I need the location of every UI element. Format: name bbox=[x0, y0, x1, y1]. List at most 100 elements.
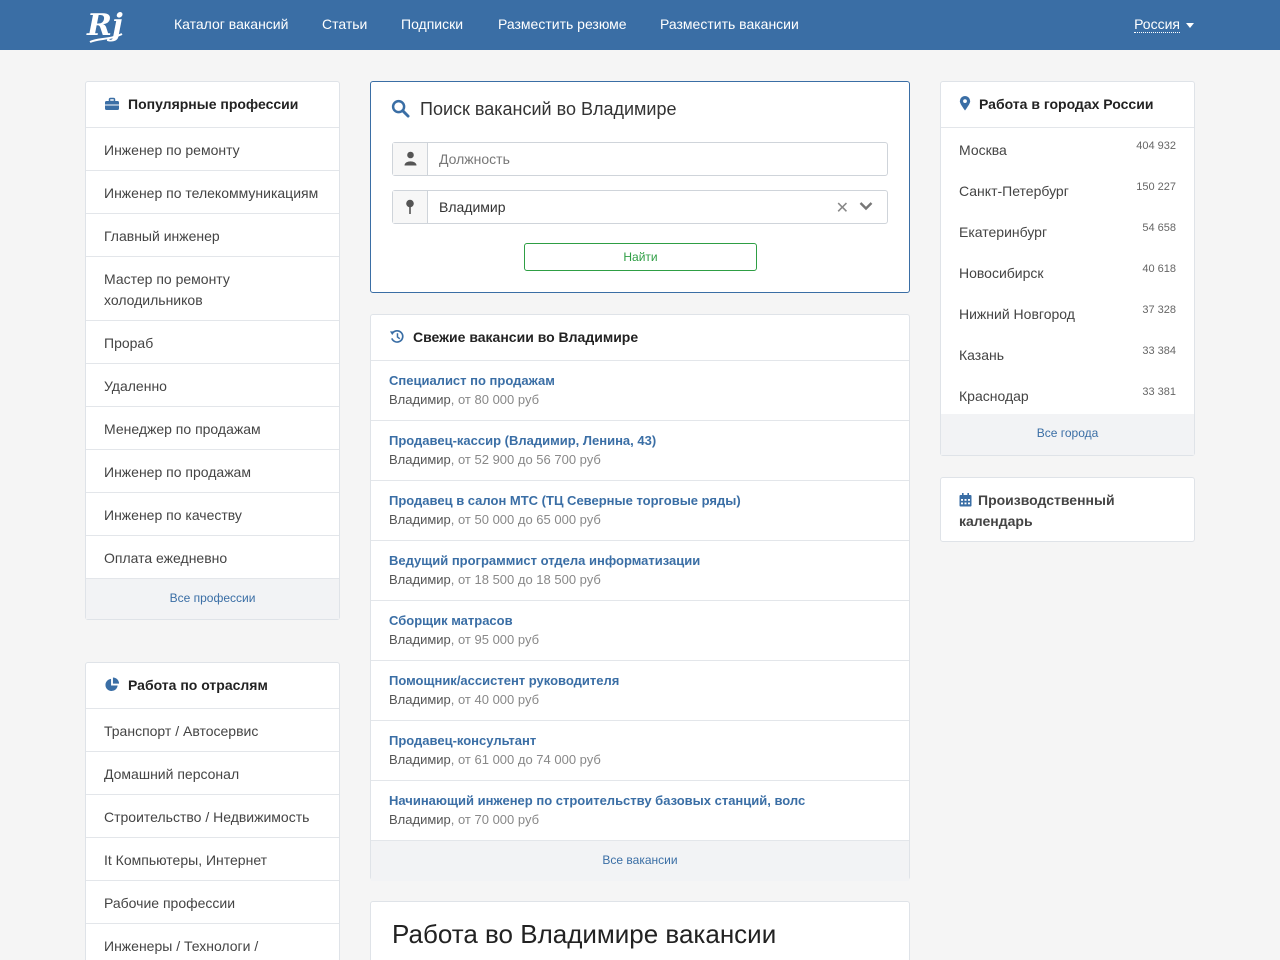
vacancy-item[interactable]: Продавец в салон МТС (ТЦ Северные торгов… bbox=[371, 481, 909, 541]
city-item[interactable]: Краснодар 33 381 bbox=[941, 376, 1194, 417]
profession-item[interactable]: Мастер по ремонту холодильников bbox=[86, 257, 339, 321]
vacancy-item[interactable]: Ведущий программист отдела информатизаци… bbox=[371, 541, 909, 601]
fresh-vacancies-header: Свежие вакансии во Владимире bbox=[371, 315, 909, 361]
industry-item[interactable]: Рабочие профессии bbox=[86, 881, 339, 924]
vacancy-search-card: Поиск вакансий во Владимире Владимир ✕ Н… bbox=[370, 81, 910, 293]
vacancy-salary: , от 80 000 руб bbox=[450, 392, 540, 407]
vacancy-title-link[interactable]: Сборщик матрасов bbox=[389, 611, 891, 630]
vacancy-city: Владимир bbox=[389, 452, 451, 467]
city-item[interactable]: Москва 404 932 bbox=[941, 130, 1194, 171]
vacancy-salary: , от 40 000 руб bbox=[450, 692, 540, 707]
clear-icon[interactable]: ✕ bbox=[836, 198, 849, 218]
all-vacancies-link[interactable]: Все вакансии bbox=[371, 841, 909, 881]
industries-title: Работа по отраслям bbox=[128, 677, 268, 693]
nav-subscriptions-link[interactable]: Подписки bbox=[401, 16, 463, 32]
popular-professions-card: Популярные профессии Инженер по ремонту … bbox=[85, 81, 340, 620]
industry-item[interactable]: It Компьютеры, Интернет bbox=[86, 838, 339, 881]
city-select-value: Владимир bbox=[439, 199, 506, 215]
profession-item[interactable]: Главный инженер bbox=[86, 214, 339, 257]
popular-professions-title: Популярные профессии bbox=[128, 96, 299, 112]
vacancy-title-link[interactable]: Продавец-кассир (Владимир, Ленина, 43) bbox=[389, 431, 891, 450]
profession-item[interactable]: Инженер по телекоммуникациям bbox=[86, 171, 339, 214]
city-addon bbox=[393, 191, 428, 223]
briefcase-icon bbox=[105, 97, 119, 110]
vacancy-title-link[interactable]: Специалист по продажам bbox=[389, 371, 891, 390]
vacancy-title-link[interactable]: Продавец-консультант bbox=[389, 731, 891, 750]
vacancy-city: Владимир bbox=[389, 392, 451, 407]
vacancy-title-link[interactable]: Ведущий программист отдела информатизаци… bbox=[389, 551, 891, 570]
industry-item[interactable]: Домашний персонал bbox=[86, 752, 339, 795]
cities-card: Работа в городах России Москва 404 932 Са… bbox=[940, 81, 1195, 456]
all-cities-link[interactable]: Все города bbox=[941, 414, 1194, 455]
region-label: Россия bbox=[1134, 16, 1180, 33]
city-name: Краснодар bbox=[959, 388, 1029, 404]
production-calendar-card[interactable]: Производственный календарь bbox=[940, 477, 1195, 542]
vacancy-salary: , от 52 900 до 56 700 руб bbox=[450, 452, 601, 467]
city-vacancy-count: 150 227 bbox=[1136, 181, 1176, 193]
search-title: Поиск вакансий во Владимире bbox=[391, 99, 676, 120]
industry-item[interactable]: Строительство / Недвижимость bbox=[86, 795, 339, 838]
vacancy-salary: , от 61 000 до 74 000 руб bbox=[450, 752, 601, 767]
vacancy-meta: Владимир, от 80 000 руб bbox=[389, 390, 891, 409]
industry-item[interactable]: Инженеры / Технологи / bbox=[86, 924, 339, 960]
vacancy-item[interactable]: Помощник/ассистент руководителя Владимир… bbox=[371, 661, 909, 721]
profession-item[interactable]: Удаленно bbox=[86, 364, 339, 407]
find-button[interactable]: Найти bbox=[524, 243, 757, 271]
fresh-vacancies-card: Свежие вакансии во Владимире Специалист … bbox=[370, 314, 910, 881]
profession-item[interactable]: Инженер по продажам bbox=[86, 450, 339, 493]
city-name: Москва bbox=[959, 142, 1007, 158]
city-item[interactable]: Нижний Новгород 37 328 bbox=[941, 294, 1194, 335]
nav-post-resume-link[interactable]: Разместить резюме bbox=[498, 16, 627, 32]
history-icon bbox=[389, 329, 404, 343]
city-item[interactable]: Новосибирск 40 618 bbox=[941, 253, 1194, 294]
vacancy-salary: , от 18 500 до 18 500 руб bbox=[450, 572, 601, 587]
position-field bbox=[392, 142, 888, 176]
vacancy-item[interactable]: Начинающий инженер по строительству базо… bbox=[371, 781, 909, 841]
industry-item[interactable]: Транспорт / Автосервис bbox=[86, 709, 339, 752]
city-name: Казань bbox=[959, 347, 1005, 363]
search-title-text: Поиск вакансий во Владимире bbox=[420, 99, 677, 119]
vacancy-title-link[interactable]: Начинающий инженер по строительству базо… bbox=[389, 791, 891, 810]
nav-catalog-link[interactable]: Каталог вакансий bbox=[174, 16, 288, 32]
position-input[interactable] bbox=[429, 143, 885, 175]
pie-chart-icon bbox=[105, 677, 120, 692]
vacancy-city: Владимир bbox=[389, 812, 451, 827]
chevron-down-icon[interactable] bbox=[859, 201, 873, 211]
city-name: Новосибирск bbox=[959, 265, 1044, 281]
city-name: Екатеринбург bbox=[959, 224, 1048, 240]
vacancy-city: Владимир bbox=[389, 752, 451, 767]
cities-header: Работа в городах России bbox=[941, 82, 1194, 128]
top-navbar: Rj Каталог вакансий Статьи Подписки Разм… bbox=[0, 0, 1280, 50]
profession-item[interactable]: Инженер по качеству bbox=[86, 493, 339, 536]
nav-post-vacancy-link[interactable]: Разместить вакансии bbox=[660, 16, 799, 32]
vacancy-title-link[interactable]: Помощник/ассистент руководителя bbox=[389, 671, 891, 690]
vacancy-salary: , от 95 000 руб bbox=[450, 632, 540, 647]
profession-item[interactable]: Менеджер по продажам bbox=[86, 407, 339, 450]
profession-item[interactable]: Оплата ежедневно bbox=[86, 536, 339, 579]
all-professions-link[interactable]: Все профессии bbox=[86, 579, 339, 619]
nav-articles-link[interactable]: Статьи bbox=[322, 16, 367, 32]
city-vacancy-count: 404 932 bbox=[1136, 140, 1176, 152]
vacancy-item[interactable]: Специалист по продажам Владимир, от 80 0… bbox=[371, 361, 909, 421]
city-item[interactable]: Санкт-Петербург 150 227 bbox=[941, 171, 1194, 212]
city-item[interactable]: Казань 33 384 bbox=[941, 335, 1194, 376]
vacancy-city: Владимир bbox=[389, 632, 451, 647]
profession-item[interactable]: Инженер по ремонту bbox=[86, 128, 339, 171]
search-icon bbox=[391, 99, 410, 118]
site-logo[interactable]: Rj bbox=[84, 4, 126, 46]
vacancy-city: Владимир bbox=[389, 692, 451, 707]
city-field[interactable]: Владимир ✕ bbox=[392, 190, 888, 224]
city-vacancy-count: 54 658 bbox=[1142, 222, 1176, 234]
city-vacancy-count: 33 384 bbox=[1142, 345, 1176, 357]
vacancy-meta: Владимир, от 70 000 руб bbox=[389, 810, 891, 829]
production-calendar-header[interactable]: Производственный календарь bbox=[941, 478, 1194, 544]
vacancy-title-link[interactable]: Продавец в салон МТС (ТЦ Северные торгов… bbox=[389, 491, 891, 510]
vacancy-item[interactable]: Продавец-консультант Владимир, от 61 000… bbox=[371, 721, 909, 781]
fresh-vacancies-title: Свежие вакансии во Владимире bbox=[413, 329, 639, 345]
vacancy-item[interactable]: Продавец-кассир (Владимир, Ленина, 43) В… bbox=[371, 421, 909, 481]
region-dropdown[interactable]: Россия bbox=[1134, 16, 1194, 33]
city-item[interactable]: Екатеринбург 54 658 bbox=[941, 212, 1194, 253]
vacancy-item[interactable]: Сборщик матрасов Владимир, от 95 000 руб bbox=[371, 601, 909, 661]
position-addon bbox=[393, 143, 428, 175]
profession-item[interactable]: Прораб bbox=[86, 321, 339, 364]
